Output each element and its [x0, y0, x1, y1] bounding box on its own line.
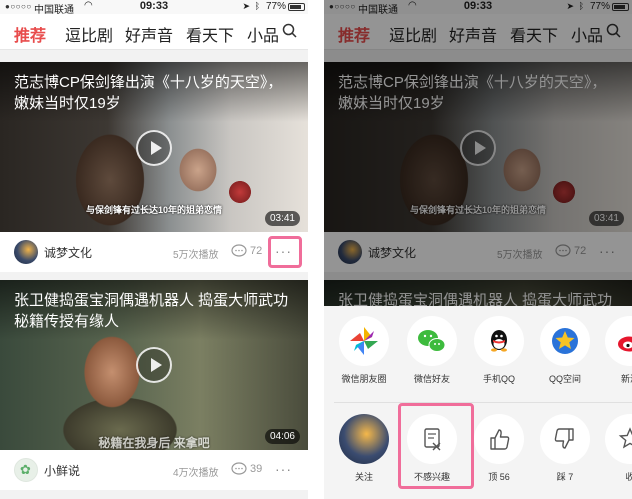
share-label: 微信朋友圈	[341, 374, 387, 384]
share-wechat-button[interactable]: 微信好友	[402, 316, 462, 385]
thumbs-up-button[interactable]: 顶 56	[469, 414, 529, 483]
share-label: 手机QQ	[482, 374, 515, 384]
play-icon[interactable]	[136, 130, 172, 166]
follow-avatar	[339, 414, 389, 464]
thumbs-down-icon	[540, 414, 590, 464]
battery-icon	[288, 3, 305, 11]
feed-screen-left: ●○○○○ 中国联通 ◠ 09:33 ➤ ᛒ 77% 推荐 逗比剧 好声音 看天…	[0, 0, 308, 499]
comment-count: 72	[250, 245, 263, 257]
search-icon[interactable]	[282, 23, 297, 38]
bluetooth-icon: ᛒ	[254, 1, 260, 11]
tab-good-voice[interactable]: 好声音	[125, 22, 173, 46]
video-duration: 03:41	[264, 211, 300, 226]
tab-world[interactable]: 看天下	[186, 22, 234, 46]
video-subtitle: 秘籍在我身后 来拿吧	[98, 436, 210, 450]
action-label: 收	[625, 472, 632, 482]
qq-icon	[474, 316, 524, 366]
more-options-button[interactable]: ···	[275, 462, 292, 476]
status-bar: ●○○○○ 中国联通 ◠ 09:33 ➤ ᛒ 77%	[0, 0, 308, 16]
comment-count: 39	[250, 463, 263, 475]
tab-sketch[interactable]: 小品	[247, 22, 279, 46]
feed-screen-right: ●○○○○ 中国联通 ◠ 09:33 ➤ ᛒ 77% 推荐 逗比剧 好声音 看天…	[324, 0, 632, 499]
follow-button[interactable]: 关注	[334, 414, 394, 483]
action-label: 顶 56	[488, 472, 510, 482]
video-thumbnail[interactable]: 张卫健捣蛋宝洞偶遇机器人 捣蛋大师武功秘籍传授有缘人 秘籍在我身后 来拿吧 04…	[0, 280, 308, 450]
play-count: 4万次播放	[173, 468, 219, 479]
comment-icon[interactable]	[231, 462, 247, 476]
author-name[interactable]: 小鲜说	[44, 462, 80, 479]
action-label: 踩 7	[556, 472, 574, 482]
share-label: 新浪	[620, 374, 632, 384]
battery-percent: 77%	[265, 1, 286, 12]
video-title: 范志博CP保剑锋出演《十八岁的天空》，嫩妹当时仅19岁	[14, 74, 283, 112]
author-avatar[interactable]	[14, 240, 38, 264]
highlight-more-button	[268, 236, 302, 268]
share-qzone-button[interactable]: QQ空间	[535, 316, 595, 385]
video-subtitle: 与保剑锋有过长达10年的姐弟恋情	[85, 205, 222, 215]
video-info-row: 诚梦文化 5万次播放 72 ···	[0, 232, 308, 272]
thumbs-up-icon	[474, 414, 524, 464]
category-tabs: 推荐 逗比剧 好声音 看天下 小品	[0, 14, 308, 50]
comment-icon[interactable]	[231, 244, 247, 258]
thumbs-down-button[interactable]: 踩 7	[535, 414, 595, 483]
location-icon: ➤	[242, 1, 250, 11]
author-name[interactable]: 诚梦文化	[44, 244, 92, 261]
status-time: 09:33	[139, 0, 169, 12]
qzone-icon	[540, 316, 590, 366]
share-label: QQ空间	[548, 374, 581, 384]
video-info-row: 小鲜说 4万次播放 39 ···	[0, 450, 308, 490]
video-title: 张卫健捣蛋宝洞偶遇机器人 捣蛋大师武功秘籍传授有缘人	[14, 292, 289, 330]
share-moments-button[interactable]: 微信朋友圈	[334, 316, 394, 385]
favorite-icon	[605, 414, 632, 464]
share-label: 微信好友	[413, 374, 450, 384]
weibo-icon	[605, 316, 632, 366]
play-count: 5万次播放	[173, 250, 219, 261]
share-qq-button[interactable]: 手机QQ	[469, 316, 529, 385]
author-avatar[interactable]	[14, 458, 38, 482]
tab-comedy[interactable]: 逗比剧	[65, 22, 113, 46]
play-icon[interactable]	[136, 347, 172, 383]
highlight-not-interested	[398, 403, 474, 489]
wechat-icon	[407, 316, 457, 366]
share-weibo-button[interactable]: 新浪	[600, 316, 632, 385]
video-duration: 04:06	[264, 429, 300, 444]
sheet-divider	[334, 402, 632, 403]
share-sheet: 微信朋友圈 微信好友 手机QQ QQ空间 新 关注 不感兴趣 顶 56 踩 7 …	[324, 306, 632, 499]
favorite-button[interactable]: 收	[600, 414, 632, 483]
video-thumbnail[interactable]: 范志博CP保剑锋出演《十八岁的天空》，嫩妹当时仅19岁 与保剑锋有过长达10年的…	[0, 62, 308, 232]
moments-icon	[339, 316, 389, 366]
tab-recommend[interactable]: 推荐	[14, 22, 46, 46]
action-label: 关注	[354, 472, 373, 482]
